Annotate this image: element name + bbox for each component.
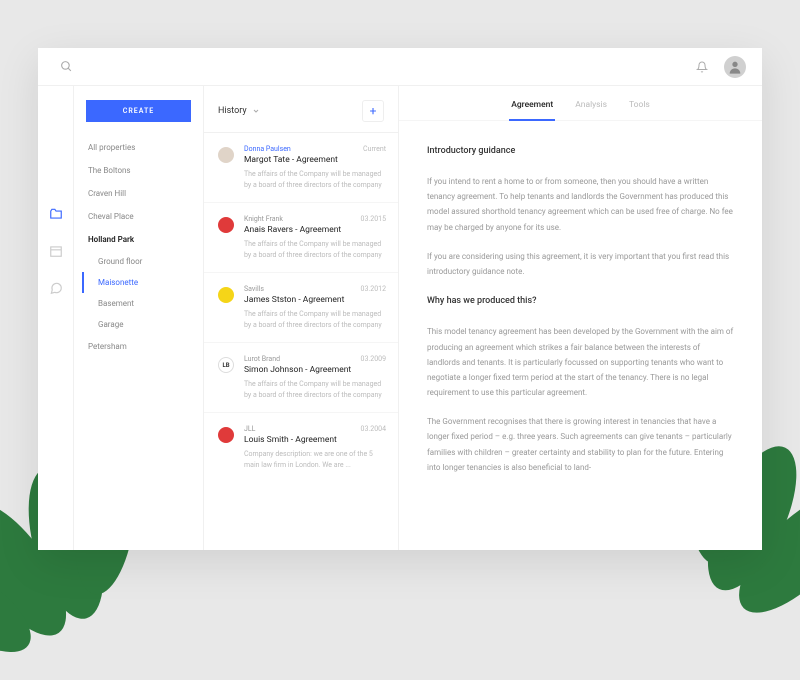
history-logo: [218, 427, 234, 443]
history-title: Simon Johnson - Agreement: [244, 365, 386, 375]
history-company: Knight Frank: [244, 215, 283, 223]
topbar: [38, 48, 762, 86]
content-heading: Introductory guidance: [427, 143, 734, 160]
rail-calendar-icon[interactable]: [49, 243, 63, 262]
history-date: 03.2015: [361, 215, 386, 223]
history-date: 03.2009: [361, 355, 386, 363]
history-description: The affairs of the Company will be manag…: [244, 379, 386, 400]
sidebar-subitem[interactable]: Ground floor: [84, 251, 203, 272]
history-date: 03.2012: [361, 285, 386, 293]
sidebar-subitem[interactable]: Maisonette: [82, 272, 203, 293]
history-item[interactable]: JLL 03.2004 Louis Smith - Agreement Company…: [204, 412, 398, 482]
content-paragraph: If you intend to rent a home to or from …: [427, 174, 734, 235]
main-content: Agreement Analysis Tools Introductory guid…: [399, 86, 762, 550]
history-item[interactable]: Donna Paulsen Current Margot Tate - Agreem…: [204, 132, 398, 202]
content-heading: Why has we produced this?: [427, 293, 734, 310]
history-title: Margot Tate - Agreement: [244, 155, 386, 165]
history-description: The affairs of the Company will be manag…: [244, 239, 386, 260]
app-window: CREATE All propertiesThe BoltonsCraven H…: [38, 48, 762, 550]
content-paragraph: If you are considering using this agreem…: [427, 249, 734, 279]
sidebar-subitem[interactable]: Basement: [84, 293, 203, 314]
history-logo: [218, 287, 234, 303]
sidebar-item[interactable]: Craven Hill: [74, 182, 203, 205]
history-logo: LB: [218, 357, 234, 373]
history-column: History + Donna Paulsen Current Margot Tat…: [204, 86, 399, 550]
tab[interactable]: Agreement: [511, 100, 553, 120]
history-title: Louis Smith - Agreement: [244, 435, 386, 445]
history-date: Current: [363, 145, 386, 153]
history-company: Savills: [244, 285, 264, 293]
search-icon[interactable]: [54, 55, 78, 79]
history-description: Company description: we are one of the 5…: [244, 449, 386, 470]
history-title-text: History: [218, 106, 247, 116]
history-dropdown[interactable]: History: [218, 106, 260, 116]
history-description: The affairs of the Company will be manag…: [244, 169, 386, 190]
sidebar-item[interactable]: Holland Park: [74, 228, 203, 251]
content-body: Introductory guidance If you intend to r…: [399, 121, 762, 550]
create-button[interactable]: CREATE: [86, 100, 191, 122]
sidebar-item[interactable]: All properties: [74, 136, 203, 159]
history-item[interactable]: Knight Frank 03.2015 Anais Ravers - Agreem…: [204, 202, 398, 272]
tabs: Agreement Analysis Tools: [399, 86, 762, 121]
user-avatar[interactable]: [724, 56, 746, 78]
history-list: Donna Paulsen Current Margot Tate - Agreem…: [204, 132, 398, 550]
tab[interactable]: Tools: [629, 100, 650, 120]
sidebar: CREATE All propertiesThe BoltonsCraven H…: [74, 86, 204, 550]
history-item[interactable]: LB Lurot Brand 03.2009 Simon Johnson - Agre…: [204, 342, 398, 412]
history-title: James Stston - Agreement: [244, 295, 386, 305]
sidebar-item[interactable]: The Boltons: [74, 159, 203, 182]
sidebar-item[interactable]: Petersham: [74, 335, 203, 358]
history-logo: [218, 147, 234, 163]
rail-folder-icon[interactable]: [49, 206, 63, 225]
content-paragraph: This model tenancy agreement has been de…: [427, 324, 734, 400]
history-logo: [218, 217, 234, 233]
add-button[interactable]: +: [362, 100, 384, 122]
history-company: JLL: [244, 425, 255, 433]
history-title: Anais Ravers - Agreement: [244, 225, 386, 235]
sidebar-item[interactable]: Cheval Place: [74, 205, 203, 228]
icon-rail: [38, 86, 74, 550]
rail-chat-icon[interactable]: [49, 280, 63, 299]
chevron-down-icon: [252, 107, 260, 115]
history-company: Donna Paulsen: [244, 145, 291, 153]
content-paragraph: The Government recognises that there is …: [427, 414, 734, 475]
history-description: The affairs of the Company will be manag…: [244, 309, 386, 330]
sidebar-subitem[interactable]: Garage: [84, 314, 203, 335]
history-company: Lurot Brand: [244, 355, 280, 363]
notification-icon[interactable]: [690, 55, 714, 79]
tab[interactable]: Analysis: [575, 100, 607, 120]
history-item[interactable]: Savills 03.2012 James Stston - Agreement Th…: [204, 272, 398, 342]
history-date: 03.2004: [361, 425, 386, 433]
